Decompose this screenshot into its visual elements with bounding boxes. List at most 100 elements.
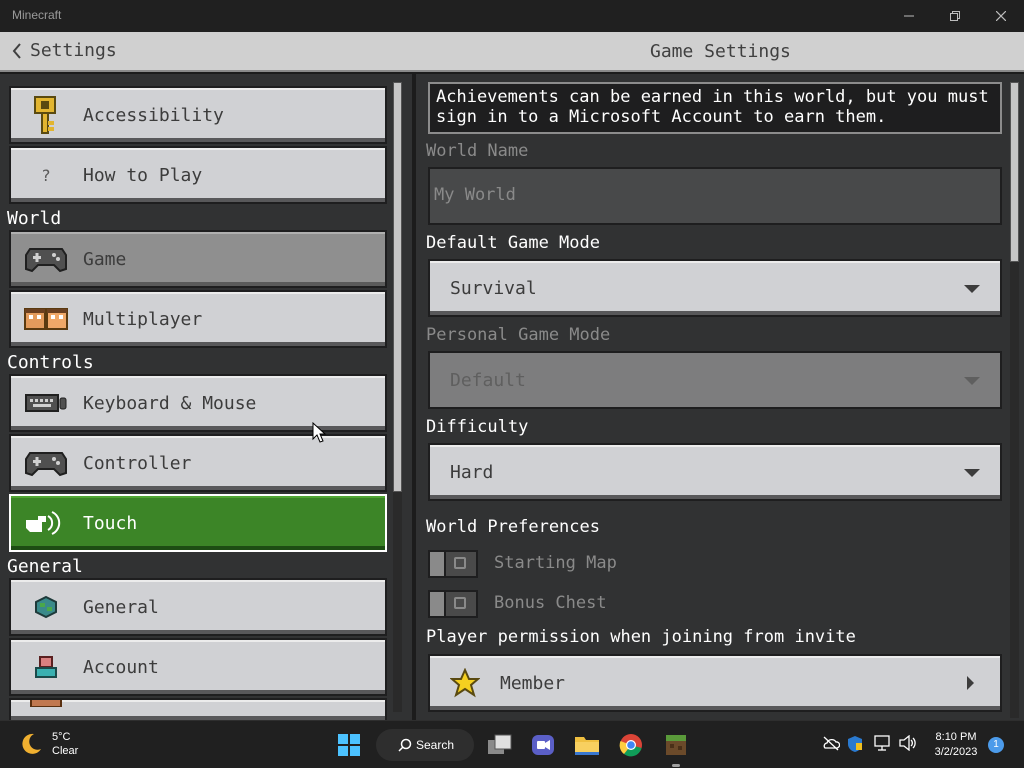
question-icon: ? bbox=[41, 165, 51, 185]
controller-icon bbox=[11, 234, 81, 284]
notification-badge[interactable]: 1 bbox=[988, 737, 1004, 753]
security-shield-icon[interactable] bbox=[847, 735, 863, 753]
task-view-button[interactable] bbox=[484, 729, 516, 761]
sidebar-item-how-to-play[interactable]: ? How to Play bbox=[9, 146, 387, 204]
difficulty-label: Difficulty bbox=[426, 417, 529, 437]
toggle-knob bbox=[430, 552, 446, 576]
chrome-icon bbox=[619, 734, 642, 757]
mouse-cursor-icon bbox=[312, 422, 326, 443]
chevron-right-icon bbox=[967, 676, 974, 690]
clock-date: 3/2/2023 bbox=[934, 746, 978, 758]
default-game-mode-dropdown[interactable]: Survival bbox=[428, 259, 1002, 317]
sidebar-item-keyboard-mouse[interactable]: Keyboard & Mouse bbox=[9, 374, 387, 432]
page-title: Game Settings bbox=[650, 41, 791, 62]
toggle-off-icon bbox=[454, 597, 466, 609]
teams-chat-button[interactable] bbox=[527, 729, 559, 761]
sidebar-item-label: Game bbox=[83, 248, 127, 270]
window-titlebar: Minecraft bbox=[0, 0, 1024, 32]
default-game-mode-label: Default Game Mode bbox=[426, 233, 600, 253]
player-permission-value: Member bbox=[500, 672, 566, 694]
chevron-down-icon bbox=[964, 377, 980, 385]
minimize-icon bbox=[904, 15, 914, 17]
difficulty-dropdown[interactable]: Hard bbox=[428, 443, 1002, 501]
sidebar-item-partial[interactable] bbox=[9, 698, 387, 720]
minecraft-taskbar-button[interactable] bbox=[660, 729, 692, 761]
toggle-knob bbox=[430, 592, 446, 616]
clock[interactable]: 8:10 PM 3/2/2023 bbox=[928, 730, 984, 760]
starting-map-label: Starting Map bbox=[494, 553, 617, 573]
sidebar-item-label: Controller bbox=[83, 452, 192, 474]
restore-button[interactable] bbox=[932, 0, 978, 32]
network-icon[interactable] bbox=[874, 735, 892, 751]
sidebar-item-general[interactable]: General bbox=[9, 578, 387, 636]
achievements-notice: Achievements can be earned in this world… bbox=[428, 82, 1002, 134]
players-icon bbox=[11, 294, 81, 344]
star-icon bbox=[430, 668, 500, 698]
dropdown-value: Default bbox=[450, 369, 526, 391]
sidebar-scrollbar[interactable] bbox=[393, 82, 402, 492]
settings-header: Settings Game Settings bbox=[0, 32, 1024, 72]
chevron-left-icon bbox=[12, 42, 21, 59]
taskbar: 5°C Clear Search 8:10 PM 3/2/2023 1 bbox=[0, 720, 1024, 768]
player-permission-button[interactable]: Member bbox=[428, 654, 1002, 712]
back-button[interactable]: Settings bbox=[12, 40, 117, 61]
toggle-off-icon bbox=[454, 557, 466, 569]
personal-game-mode-label: Personal Game Mode bbox=[426, 325, 611, 345]
globe-icon bbox=[11, 582, 81, 632]
sidebar-item-accessibility[interactable]: Accessibility bbox=[9, 86, 387, 144]
active-app-indicator bbox=[672, 764, 680, 767]
taskbar-search[interactable]: Search bbox=[376, 729, 474, 761]
sidebar-item-account[interactable]: Account bbox=[9, 638, 387, 696]
sidebar-item-label: Multiplayer bbox=[83, 308, 203, 330]
close-button[interactable] bbox=[978, 0, 1024, 32]
weather-desc: Clear bbox=[52, 745, 79, 757]
minimize-button[interactable] bbox=[886, 0, 932, 32]
sidebar-item-touch[interactable]: Touch bbox=[9, 494, 387, 552]
chrome-button[interactable] bbox=[615, 729, 647, 761]
minecraft-icon bbox=[666, 735, 686, 755]
window-title: Minecraft bbox=[12, 8, 62, 22]
section-general: General bbox=[7, 556, 83, 577]
partial-icon bbox=[11, 700, 81, 720]
windows-icon bbox=[338, 734, 360, 756]
bonus-chest-toggle[interactable] bbox=[428, 590, 478, 618]
sidebar-item-controller[interactable]: Controller bbox=[9, 434, 387, 492]
start-button[interactable] bbox=[333, 729, 365, 761]
sidebar-item-label: How to Play bbox=[83, 164, 203, 186]
task-view-icon bbox=[488, 734, 512, 754]
folder-icon bbox=[575, 737, 599, 755]
sidebar-item-multiplayer[interactable]: Multiplayer bbox=[9, 290, 387, 348]
clock-time: 8:10 PM bbox=[935, 731, 977, 743]
section-controls: Controls bbox=[7, 352, 94, 373]
weather-widget[interactable]: 5°C Clear bbox=[18, 730, 78, 758]
dropdown-value: Hard bbox=[450, 461, 494, 483]
settings-scrollbar[interactable] bbox=[1010, 82, 1019, 262]
sidebar-item-label: Touch bbox=[83, 512, 138, 534]
close-icon bbox=[996, 11, 1006, 21]
sidebar-item-game[interactable]: Game bbox=[9, 230, 387, 288]
personal-game-mode-dropdown[interactable]: Default bbox=[428, 351, 1002, 409]
sidebar-item-label: General bbox=[83, 596, 159, 618]
dropdown-value: Survival bbox=[450, 277, 537, 299]
back-label: Settings bbox=[30, 40, 117, 61]
world-preferences-label: World Preferences bbox=[426, 517, 600, 537]
search-icon bbox=[398, 738, 412, 752]
key-icon bbox=[11, 90, 81, 140]
onedrive-off-icon[interactable] bbox=[822, 735, 840, 751]
sidebar-item-label: Accessibility bbox=[83, 104, 224, 126]
chevron-down-icon bbox=[964, 469, 980, 477]
starting-map-toggle[interactable] bbox=[428, 550, 478, 578]
chevron-down-icon bbox=[964, 285, 980, 293]
section-world: World bbox=[7, 208, 62, 229]
controller-icon bbox=[11, 438, 81, 488]
world-name-label: World Name bbox=[426, 141, 529, 161]
world-name-field[interactable]: My World bbox=[428, 167, 1002, 225]
sidebar-item-label: Account bbox=[83, 656, 159, 678]
player-permission-label: Player permission when joining from invi… bbox=[426, 627, 856, 647]
file-explorer-button[interactable] bbox=[571, 729, 603, 761]
restore-icon bbox=[950, 11, 960, 21]
weather-temp: 5°C bbox=[52, 731, 71, 743]
sidebar-item-label: Keyboard & Mouse bbox=[83, 392, 257, 414]
bonus-chest-label: Bonus Chest bbox=[494, 593, 607, 613]
volume-icon[interactable] bbox=[899, 735, 917, 751]
